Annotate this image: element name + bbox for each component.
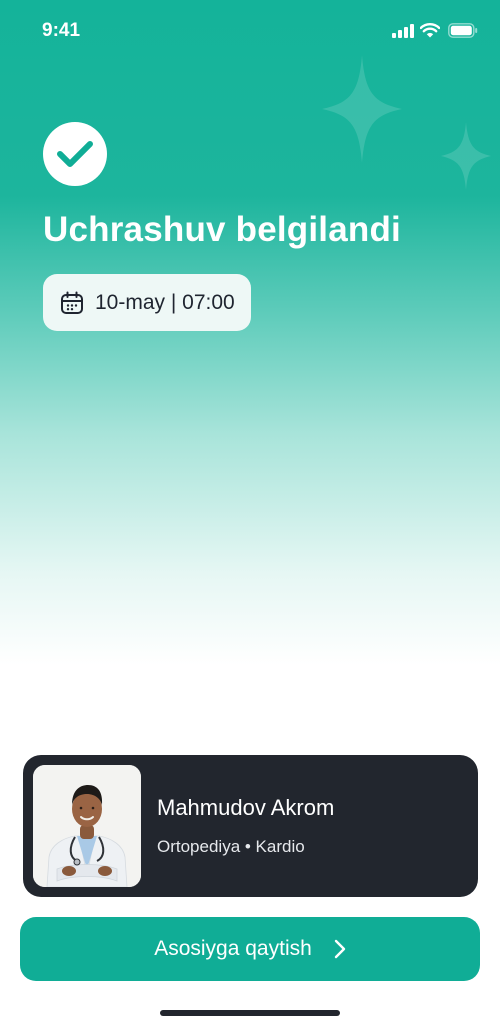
cellular-signal-icon [392, 24, 414, 38]
appointment-datetime: 10-may | 07:00 [95, 290, 235, 314]
back-to-home-button[interactable]: Asosiyga qaytish [20, 917, 480, 981]
doctor-avatar [33, 765, 141, 887]
doctor-card[interactable]: Mahmudov Akrom Ortopediya • Kardio [23, 755, 478, 897]
header-gradient-background [0, 0, 500, 700]
check-icon [57, 141, 93, 167]
appointment-datetime-chip: 10-may | 07:00 [43, 274, 251, 331]
home-indicator[interactable] [160, 1010, 340, 1016]
sparkle-small-icon [441, 122, 491, 190]
back-to-home-label: Asosiyga qaytish [154, 937, 312, 960]
battery-icon [448, 23, 478, 38]
success-check-badge [43, 122, 107, 186]
calendar-icon [61, 291, 83, 314]
chevron-right-icon [334, 939, 345, 959]
status-time: 9:41 [42, 20, 81, 41]
wifi-icon [420, 23, 440, 38]
page-title: Uchrashuv belgilandi [43, 210, 401, 249]
sparkle-large-icon [322, 55, 402, 163]
doctor-specialty: Ortopediya • Kardio [157, 837, 305, 856]
doctor-name: Mahmudov Akrom [157, 795, 335, 820]
status-bar: 9:41 [0, 0, 500, 62]
doctor-photo [33, 765, 141, 887]
